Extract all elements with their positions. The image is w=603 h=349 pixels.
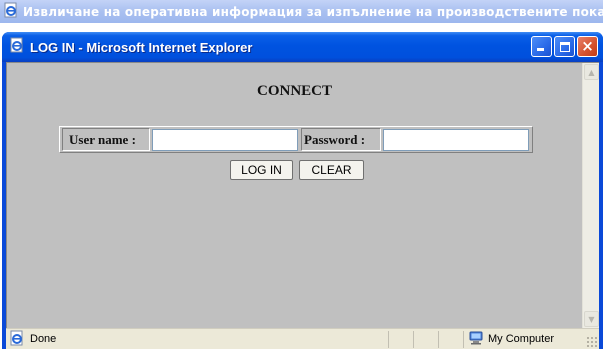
page-content: CONNECT User name : Password : LOG IN CL… <box>6 62 599 328</box>
form-buttons: LOG IN CLEAR <box>230 160 364 180</box>
status-segment <box>413 330 438 348</box>
status-segment <box>388 330 413 348</box>
password-label: Password : <box>301 128 381 151</box>
window-title: LOG IN - Microsoft Internet Explorer <box>30 39 253 55</box>
username-input[interactable] <box>152 128 298 151</box>
ie-page-icon <box>9 330 25 349</box>
clear-button[interactable]: CLEAR <box>299 160 364 180</box>
minimize-icon <box>537 48 544 51</box>
ie-page-icon <box>3 2 19 22</box>
login-window: LOG IN - Microsoft Internet Explorer × C… <box>2 32 603 349</box>
status-segment <box>438 330 463 348</box>
security-zone: My Computer <box>463 330 573 348</box>
maximize-button[interactable] <box>554 36 575 57</box>
status-bar: Done My Computer <box>6 328 599 349</box>
background-window-title: Извличане на оперативна информация за из… <box>23 4 603 19</box>
window-controls: × <box>531 36 598 57</box>
scroll-down-icon[interactable]: ▼ <box>584 311 599 327</box>
vertical-scrollbar[interactable]: ▲ ▼ <box>582 63 599 328</box>
window-titlebar[interactable]: LOG IN - Microsoft Internet Explorer × <box>2 32 603 62</box>
username-label: User name : <box>62 128 150 151</box>
status-left: Done <box>6 330 388 349</box>
username-cell <box>152 128 299 151</box>
login-form-table: User name : Password : <box>59 126 533 153</box>
close-button[interactable]: × <box>577 36 598 57</box>
scroll-up-icon[interactable]: ▲ <box>584 64 599 80</box>
login-button[interactable]: LOG IN <box>230 160 293 180</box>
maximize-icon <box>559 41 570 52</box>
ie-page-icon <box>9 37 25 57</box>
password-cell <box>383 128 530 151</box>
page-title: CONNECT <box>256 83 332 99</box>
close-icon: × <box>581 37 594 55</box>
minimize-button[interactable] <box>531 36 552 57</box>
computer-zone-icon <box>469 331 483 348</box>
zone-text: My Computer <box>488 333 555 345</box>
password-input[interactable] <box>383 128 529 151</box>
status-text: Done <box>30 333 57 345</box>
background-window-titlebar: Извличане на оперативна информация за из… <box>0 0 603 23</box>
resize-grip-icon[interactable] <box>586 336 597 347</box>
